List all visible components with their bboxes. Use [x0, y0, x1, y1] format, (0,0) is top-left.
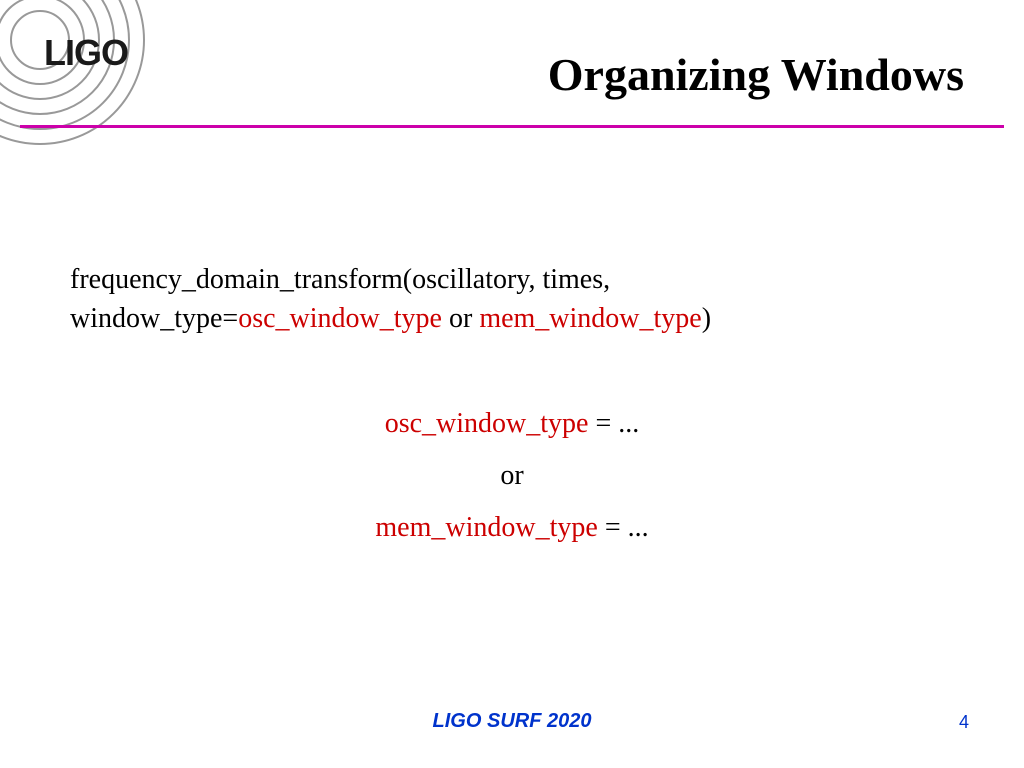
code-text-red-2: mem_window_type — [479, 303, 701, 334]
code-text-post: ) — [702, 303, 711, 334]
logo-text: LIGO — [44, 32, 128, 74]
center-or: or — [70, 460, 954, 492]
slide-content: frequency_domain_transform(oscillatory, … — [70, 260, 954, 564]
slide-title: Organizing Windows — [548, 48, 964, 101]
divider-line — [20, 125, 1004, 128]
footer-center-text: LIGO SURF 2020 — [0, 710, 1024, 733]
center-red-2: mem_window_type — [375, 512, 597, 543]
page-number: 4 — [959, 712, 969, 733]
code-text-mid: or — [442, 303, 479, 334]
code-line-1: frequency_domain_transform(oscillatory, … — [70, 260, 954, 338]
center-rest-2: = ... — [598, 512, 649, 543]
centered-block: osc_window_type = ... or mem_window_type… — [70, 408, 954, 544]
center-rest-1: = ... — [588, 408, 639, 439]
center-line-1: osc_window_type = ... — [70, 408, 954, 440]
center-red-1: osc_window_type — [385, 408, 589, 439]
center-line-2: mem_window_type = ... — [70, 512, 954, 544]
code-text-red-1: osc_window_type — [238, 303, 442, 334]
